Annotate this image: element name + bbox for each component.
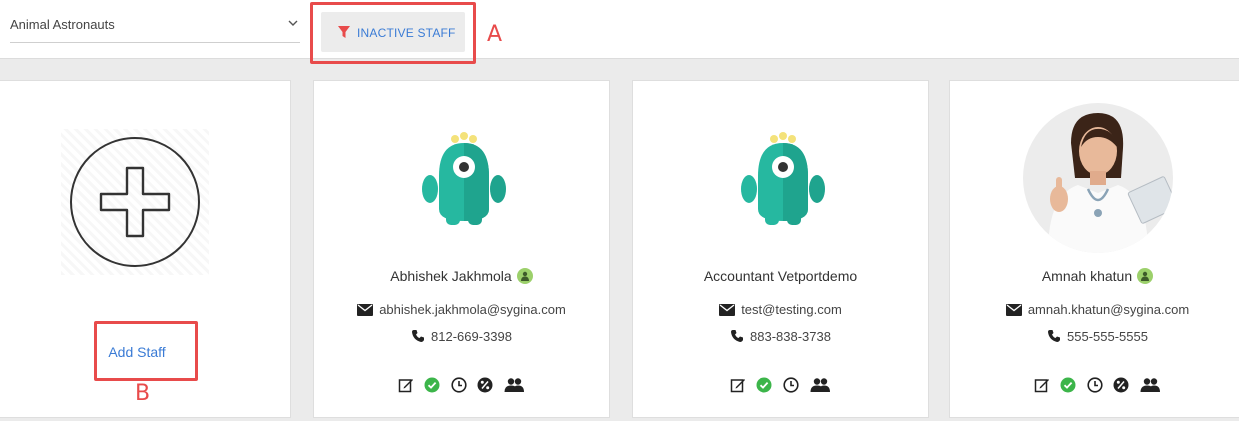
- staff-phone: 555-555-5555: [950, 329, 1239, 344]
- edit-icon[interactable]: [398, 377, 414, 393]
- staff-actions: [633, 376, 928, 394]
- edit-icon[interactable]: [730, 377, 746, 393]
- active-check-icon[interactable]: [424, 377, 440, 393]
- active-check-icon[interactable]: [756, 377, 772, 393]
- staff-email-text: abhishek.jakhmola@sygina.com: [379, 302, 566, 317]
- active-check-icon[interactable]: [1060, 377, 1076, 393]
- staff-name-text: Abhishek Jakhmola: [390, 268, 512, 284]
- staff-name: Amnah khatun: [950, 268, 1239, 284]
- monster-avatar-icon: [422, 132, 506, 225]
- mail-icon: [719, 304, 736, 316]
- role-badge-icon: [1137, 268, 1154, 284]
- percent-icon[interactable]: [1113, 377, 1129, 393]
- group-icon[interactable]: [1139, 377, 1161, 393]
- annotation-box-a: [310, 2, 476, 64]
- staff-name: Abhishek Jakhmola: [314, 268, 609, 284]
- annotation-marker-a: A: [487, 22, 503, 47]
- phone-icon: [731, 330, 744, 342]
- staff-name-text: Accountant Vetportdemo: [703, 268, 858, 284]
- staff-phone-text: 812-669-3398: [431, 329, 512, 344]
- staff-actions: [314, 376, 609, 394]
- staff-email: test@testing.com: [633, 302, 928, 317]
- staff-phone: 883-838-3738: [633, 329, 928, 344]
- group-icon[interactable]: [503, 377, 525, 393]
- percent-icon[interactable]: [477, 377, 493, 393]
- mail-icon: [357, 304, 374, 316]
- staff-card[interactable]: Amnah khatun amnah.khatun@sygina.com 555…: [949, 80, 1239, 418]
- mail-icon: [1005, 304, 1022, 316]
- staff-email-text: test@testing.com: [741, 302, 842, 317]
- staff-email-text: amnah.khatun@sygina.com: [1027, 302, 1190, 317]
- staff-card[interactable]: Abhishek Jakhmola abhishek.jakhmola@sygi…: [313, 80, 610, 418]
- staff-card[interactable]: Accountant Vetportdemo test@testing.com …: [632, 80, 929, 418]
- annotation-box-b: [94, 321, 198, 381]
- phone-icon: [412, 330, 425, 342]
- clock-icon[interactable]: [783, 377, 799, 393]
- staff-name: Accountant Vetportdemo: [633, 268, 928, 284]
- add-circle-icon: [70, 137, 200, 267]
- staff-email: amnah.khatun@sygina.com: [950, 302, 1239, 317]
- staff-email: abhishek.jakhmola@sygina.com: [314, 302, 609, 317]
- staff-name-text: Amnah khatun: [1041, 268, 1133, 284]
- photo-avatar: [1023, 103, 1173, 253]
- role-badge-icon: [516, 268, 533, 284]
- staff-phone: 812-669-3398: [314, 329, 609, 344]
- clock-icon[interactable]: [1086, 377, 1103, 393]
- phone-icon: [1048, 330, 1061, 342]
- staff-actions: [950, 376, 1239, 394]
- clinic-select-value: Animal Astronauts: [10, 17, 115, 32]
- annotation-marker-b: B: [135, 381, 151, 406]
- clinic-select[interactable]: Animal Astronauts: [10, 8, 300, 43]
- clock-icon[interactable]: [450, 377, 467, 393]
- toolbar: Animal Astronauts INACTIVE STAFF: [0, 0, 1239, 59]
- chevron-down-icon: [288, 20, 298, 26]
- monster-avatar-icon: [741, 132, 825, 225]
- group-icon[interactable]: [809, 377, 831, 393]
- add-tile: [61, 129, 209, 275]
- staff-phone-text: 555-555-5555: [1067, 329, 1148, 344]
- staff-phone-text: 883-838-3738: [750, 329, 831, 344]
- edit-icon[interactable]: [1034, 377, 1050, 393]
